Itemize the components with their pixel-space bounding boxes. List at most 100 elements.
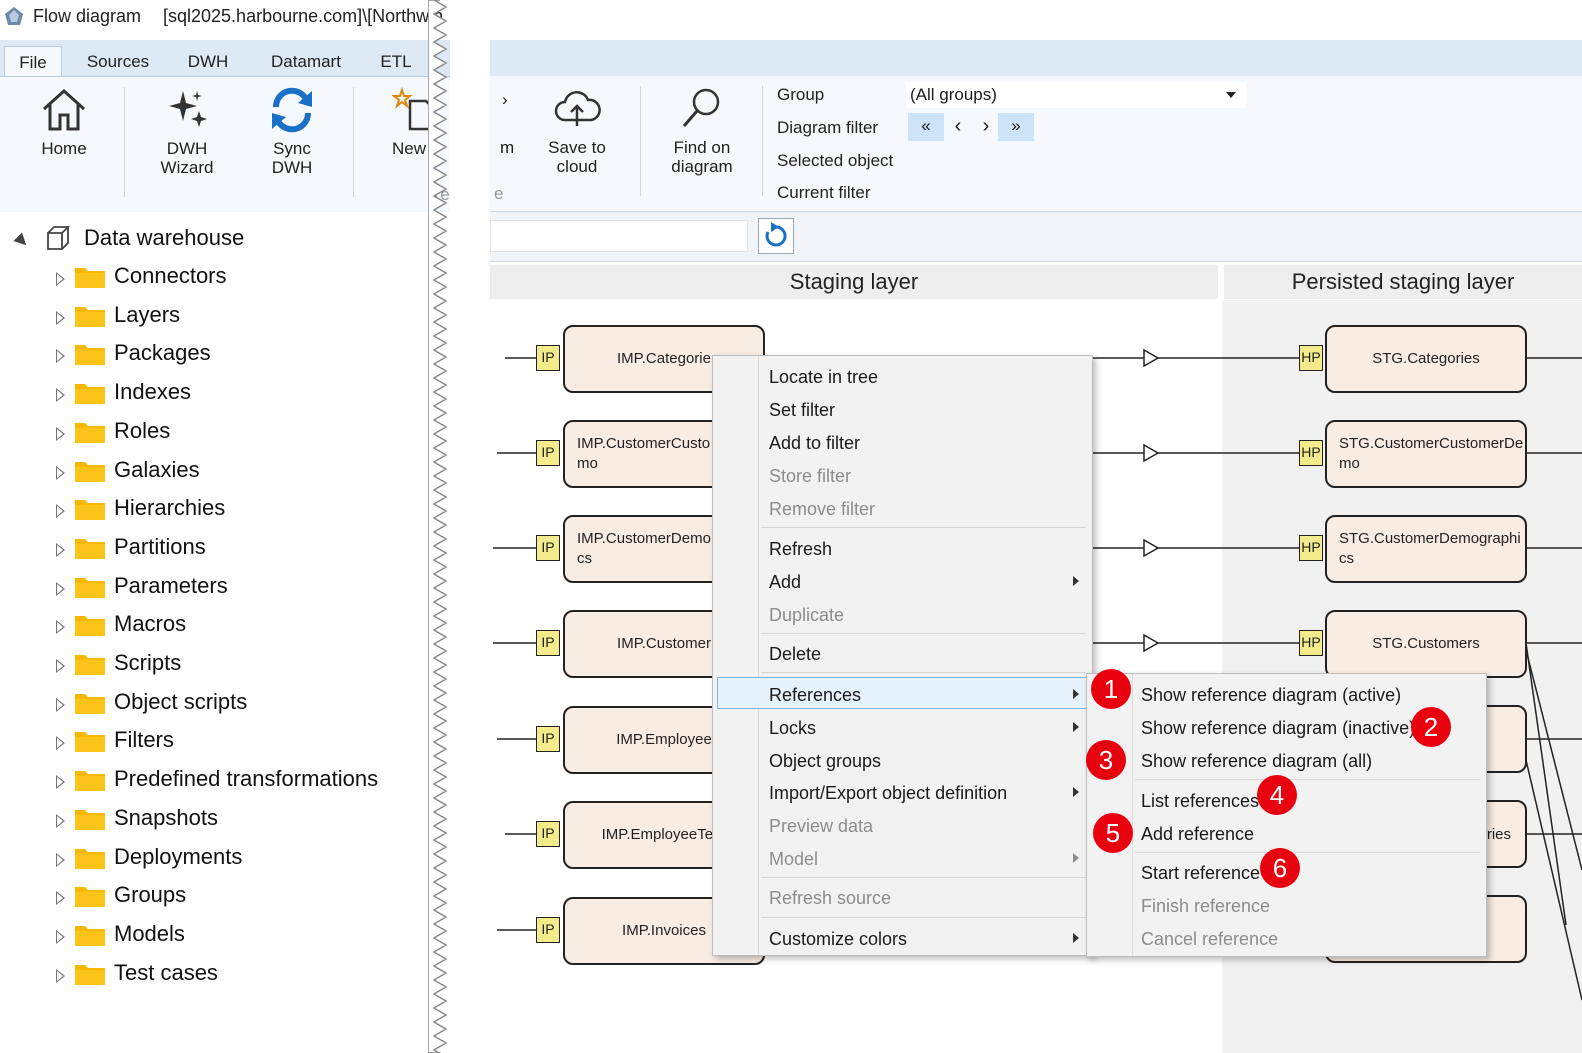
node-label: STG.Categories [1372,350,1480,367]
menu-show-reference-inactive[interactable]: Show reference diagram (inactive) [1141,718,1415,739]
expand-arrow-icon[interactable] [56,697,65,712]
expand-arrow-icon[interactable] [56,542,65,557]
submenu-arrow-icon [1073,853,1079,863]
node-label: IMP.CustomerCusto [577,435,711,452]
menu-locate-in-tree[interactable]: Locate in tree [769,367,878,388]
folder-icon [75,577,105,598]
node-badge: HP [1299,440,1323,466]
tree-item-label: Snapshots [114,804,218,830]
menu-add-reference[interactable]: Add reference [1141,824,1254,845]
folder-icon [75,848,105,869]
object-tree: Data warehouse Connectors Layers Packages I… [0,215,440,1053]
expand-arrow-icon[interactable] [56,813,65,828]
tree-item-label: Macros [114,611,187,637]
menu-start-reference[interactable]: Start reference [1141,863,1260,884]
menu-refresh[interactable]: Refresh [769,539,832,560]
tree-item-label: Indexes [114,379,192,405]
folder-icon [75,732,105,753]
menu-show-reference-all[interactable]: Show reference diagram (all) [1141,751,1372,772]
folder-icon [75,616,105,637]
persisted-node[interactable]: STG.CustomerCustomerDe mo [1325,420,1527,488]
node-label: IMP.CustomerDemo [577,530,711,547]
folder-icon [75,422,105,443]
menu-set-filter[interactable]: Set filter [769,400,835,421]
expand-arrow-icon[interactable] [56,620,65,635]
tree-root-label: Data warehouse [84,225,245,250]
menu-gutter [713,356,759,955]
menu-references[interactable]: References [769,685,861,706]
menu-duplicate: Duplicate [769,605,845,625]
node-badge: IP [536,630,560,656]
menu-show-reference-active[interactable]: Show reference diagram (active) [1141,685,1401,706]
expand-arrow-icon[interactable] [56,272,65,286]
step-marker: 6 [1260,848,1300,888]
menu-model: Model [769,849,819,869]
step-marker: 1 [1091,669,1131,709]
tree-item-label: Parameters [114,572,228,598]
persisted-node[interactable]: STG.CustomerDemographi cs [1325,515,1527,583]
menu-store-filter: Store filter [769,466,852,486]
step-marker: 4 [1257,775,1297,815]
menu-add-to-filter[interactable]: Add to filter [769,433,860,454]
expand-arrow-icon[interactable] [56,581,65,596]
submenu-arrow-icon [1073,933,1079,943]
tree-item-label: Groups [114,882,187,908]
node-text: STG.Customers [1333,612,1519,676]
menu-locks[interactable]: Locks [769,718,816,739]
tree-item-label: Galaxies [114,456,200,482]
tree-item-label: Scripts [114,650,182,675]
menu-delete[interactable]: Delete [769,644,821,665]
menu-add[interactable]: Add [769,572,801,593]
tree-item-label: Filters [114,727,174,753]
persisted-node[interactable]: STG.Customers [1325,610,1527,678]
expand-arrow-icon[interactable] [56,891,65,906]
expand-arrow-icon[interactable] [56,465,65,480]
expand-arrow-icon[interactable] [56,736,65,751]
tree-item-label: Partitions [114,533,206,559]
node-label: IMP.Employee [616,731,712,748]
menu-object-groups[interactable]: Object groups [769,751,881,772]
step-marker: 5 [1093,813,1133,853]
persisted-node[interactable]: STG.Categories [1325,325,1527,393]
folder-icon [75,538,105,559]
expand-arrow-icon[interactable] [56,388,65,403]
node-badge: IP [536,440,560,466]
cube-icon [47,226,71,250]
node-label-cont: mo [577,455,598,472]
node-label: IMP.Categorie [617,350,711,367]
node-badge: IP [536,726,560,752]
node-badge: IP [536,535,560,561]
expand-arrow-icon[interactable] [56,775,65,790]
folder-icon [75,887,105,908]
expand-arrow-icon[interactable] [56,852,65,867]
tree-item-label: Models [114,920,185,946]
expand-arrow-icon[interactable] [56,310,65,325]
folder-icon [75,306,105,327]
node-badge: IP [536,917,560,943]
expand-arrow-icon[interactable] [56,929,65,944]
node-label: IMP.Invoices [622,922,706,939]
node-text: STG.CustomerCustomerDe mo [1339,422,1523,486]
node-badge: HP [1299,630,1323,656]
menu-remove-filter: Remove filter [769,499,876,519]
folder-icon [75,809,105,830]
expand-arrow-icon[interactable] [56,349,65,364]
menu-list-references[interactable]: List references [1141,791,1259,812]
tree-item-label: Object scripts [114,688,248,714]
tree-item-label: Deployments [114,843,243,869]
menu-import-export[interactable]: Import/Export object definition [769,783,1007,804]
node-label: STG.Customers [1372,635,1480,652]
submenu-arrow-icon [1073,689,1079,699]
folder-icon [75,925,105,946]
step-marker: 3 [1086,740,1126,780]
folder-icon [75,384,105,405]
node-label: STG.CustomerCustomerDe [1339,435,1524,452]
expand-arrow-icon[interactable] [56,968,65,983]
tree-item-label: Hierarchies [114,495,226,521]
expand-arrow-icon[interactable] [56,659,65,673]
expand-arrow-icon[interactable] [56,504,65,519]
expand-arrow-icon[interactable] [56,426,65,441]
tree-item-label: Connectors [114,263,227,288]
menu-customize-colors[interactable]: Customize colors [769,929,907,950]
folder-icon [75,771,105,792]
